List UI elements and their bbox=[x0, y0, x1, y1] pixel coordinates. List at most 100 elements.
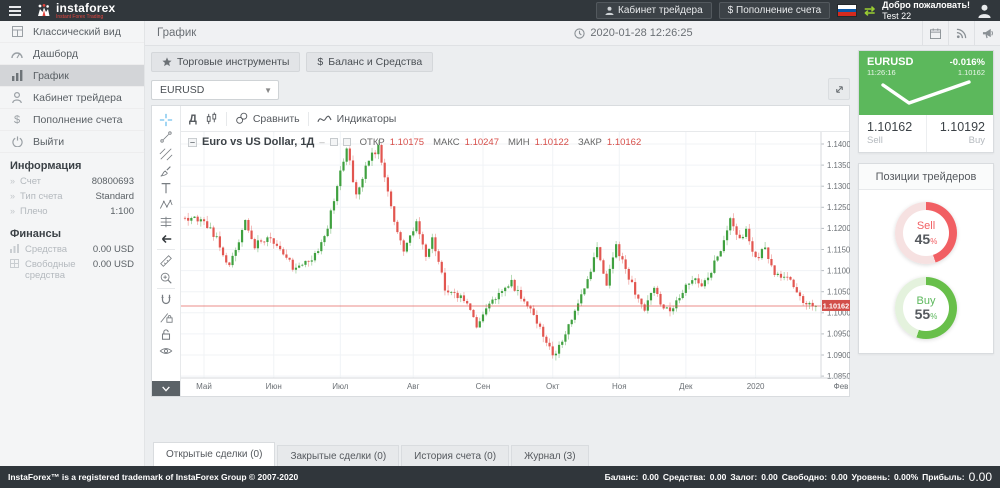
tab-journal[interactable]: Журнал (3) bbox=[511, 445, 589, 466]
sidebar: Классический вид Дашборд График Кабинет … bbox=[0, 21, 145, 466]
profit-value: 0.00 bbox=[969, 470, 992, 484]
chart-plot-area[interactable]: 1.140001.135001.130001.125001.120001.115… bbox=[181, 132, 849, 398]
trend-line-tool[interactable] bbox=[156, 128, 176, 145]
top-header: instaforex Instant Forex Trading Кабинет… bbox=[0, 0, 1000, 21]
wave-icon bbox=[317, 114, 332, 124]
candlestick-icon bbox=[205, 112, 218, 126]
transfer-arrows-icon[interactable]: ⇄ bbox=[864, 4, 875, 17]
candlestick-chart[interactable]: 1.140001.135001.130001.125001.120001.115… bbox=[181, 132, 850, 398]
megaphone-icon[interactable] bbox=[974, 21, 1000, 46]
ticker-header[interactable]: EURUSD -0.016% 11:26:16 1.10162 bbox=[859, 51, 993, 115]
deposit-button[interactable]: $ Пополнение счета bbox=[719, 2, 831, 19]
high-value: 1.10247 bbox=[465, 137, 499, 148]
svg-text:1.09500: 1.09500 bbox=[827, 330, 850, 339]
tab-open-deals[interactable]: Открытые сделки (0) bbox=[153, 442, 275, 466]
resize-diagonal-icon bbox=[834, 84, 845, 95]
balance-funds-button[interactable]: $ Баланс и Средства bbox=[306, 52, 433, 72]
lock-drawings-tool[interactable] bbox=[156, 308, 176, 325]
positions-title: Позиции трейдеров bbox=[859, 164, 993, 190]
page-title: График bbox=[145, 27, 345, 39]
footer: InstaForex™ is a registered trademark of… bbox=[0, 466, 1000, 488]
bar-chart-icon bbox=[10, 70, 24, 81]
chevron-right-icon: » bbox=[10, 176, 15, 186]
hamburger-menu-icon[interactable] bbox=[0, 0, 30, 21]
clock-icon bbox=[574, 28, 585, 39]
info-section-title: Информация bbox=[10, 160, 134, 172]
indicators-button[interactable]: Индикаторы bbox=[317, 113, 397, 125]
server-datetime: 2020-01-28 12:26:25 bbox=[345, 27, 922, 39]
finance-row-equity: Средства 0.00 USD bbox=[10, 244, 134, 256]
chart-style-button[interactable] bbox=[205, 112, 218, 126]
rss-icon[interactable] bbox=[948, 21, 974, 46]
brush-tool[interactable] bbox=[156, 162, 176, 179]
ticker-time: 11:26:16 bbox=[867, 68, 896, 77]
symbol-select-value: EURUSD bbox=[160, 84, 204, 96]
sidebar-item-logout[interactable]: Выйти bbox=[0, 131, 144, 153]
sidebar-item-deposit[interactable]: $ Пополнение счета bbox=[0, 109, 144, 131]
svg-text:1.11500: 1.11500 bbox=[827, 245, 850, 254]
person-icon bbox=[605, 6, 614, 15]
expand-chart-button[interactable] bbox=[828, 78, 850, 100]
buy-quote[interactable]: 1.10192 Buy bbox=[926, 115, 994, 152]
ticker-symbol: EURUSD bbox=[867, 56, 913, 68]
crosshair-tool[interactable] bbox=[156, 111, 176, 128]
instaforex-logo-icon bbox=[36, 3, 51, 18]
brand-logo[interactable]: instaforex Instant Forex Trading bbox=[36, 2, 115, 20]
compare-button[interactable]: Сравнить bbox=[235, 112, 300, 125]
dollar-icon: $ bbox=[317, 56, 323, 68]
open-value: 1.10175 bbox=[390, 137, 424, 148]
sell-quote[interactable]: 1.10162 Sell bbox=[859, 115, 926, 152]
chart-drawing-toolbar bbox=[152, 106, 181, 396]
ticker-change: -0.016% bbox=[950, 57, 985, 68]
avatar[interactable] bbox=[977, 3, 992, 18]
svg-text:1.13000: 1.13000 bbox=[827, 182, 850, 191]
language-flag-ru[interactable] bbox=[837, 4, 857, 17]
legend-settings-icon[interactable] bbox=[343, 138, 351, 146]
pitchfork-tool[interactable] bbox=[156, 145, 176, 162]
collapse-legend-icon[interactable] bbox=[188, 138, 197, 147]
sidebar-item-classic-view[interactable]: Классический вид bbox=[0, 21, 144, 43]
svg-text:Май: Май bbox=[196, 382, 212, 391]
chevron-right-icon: » bbox=[10, 191, 15, 201]
svg-text:1.09000: 1.09000 bbox=[827, 351, 850, 360]
svg-text:1.12000: 1.12000 bbox=[827, 224, 850, 233]
legend-style-icon[interactable] bbox=[330, 138, 338, 146]
brand-tagline: Instant Forex Trading bbox=[56, 15, 115, 20]
arrow-tool[interactable] bbox=[156, 230, 176, 247]
magnet-tool[interactable] bbox=[156, 291, 176, 308]
fib-retracement-tool[interactable] bbox=[156, 213, 176, 230]
dollar-icon: $ bbox=[10, 114, 24, 126]
sidebar-item-cabinet[interactable]: Кабинет трейдера bbox=[0, 87, 144, 109]
svg-text:2020: 2020 bbox=[747, 382, 765, 391]
svg-text:Дек: Дек bbox=[679, 382, 693, 391]
low-value: 1.10122 bbox=[535, 137, 569, 148]
tab-closed-deals[interactable]: Закрытые сделки (0) bbox=[277, 445, 399, 466]
chart-legend: Euro vs US Dollar, 1Д – ОТКР 1.10175 МАК… bbox=[188, 136, 641, 148]
tab-account-history[interactable]: История счета (0) bbox=[401, 445, 509, 466]
chart-title: Euro vs US Dollar, 1Д bbox=[202, 136, 314, 148]
trading-instruments-button[interactable]: Торговые инструменты bbox=[151, 52, 300, 72]
sell-donut[interactable]: Sell 45% bbox=[895, 202, 957, 264]
eye-tool[interactable] bbox=[156, 342, 176, 359]
pattern-tool[interactable] bbox=[156, 196, 176, 213]
trader-cabinet-button[interactable]: Кабинет трейдера bbox=[596, 2, 712, 19]
zoom-in-tool[interactable] bbox=[156, 269, 176, 286]
sidebar-item-dashboard[interactable]: Дашборд bbox=[0, 43, 144, 65]
footer-stats: Баланс:0.00 Средства:0.00 Залог:0.00 Сво… bbox=[605, 470, 992, 484]
calendar-icon[interactable] bbox=[922, 21, 948, 46]
ruler-tool[interactable] bbox=[156, 252, 176, 269]
padlock-tool[interactable] bbox=[156, 325, 176, 342]
svg-text:Фев: Фев bbox=[834, 382, 849, 391]
symbol-select[interactable]: EURUSD ▼ bbox=[151, 80, 279, 100]
welcome-text: Добро пожаловать! bbox=[882, 0, 970, 10]
ticker-sparkline bbox=[867, 77, 985, 113]
timeframe-button[interactable]: Д bbox=[189, 113, 197, 125]
text-tool[interactable] bbox=[156, 179, 176, 196]
buy-donut[interactable]: Buy 55% bbox=[895, 277, 957, 339]
username: Test 22 bbox=[882, 11, 911, 21]
collapse-toolbar-button[interactable] bbox=[152, 381, 180, 396]
svg-text:1.10500: 1.10500 bbox=[827, 288, 850, 297]
info-row-account: » Счет 80800693 bbox=[10, 176, 134, 188]
sidebar-item-chart[interactable]: График bbox=[0, 65, 144, 87]
info-row-leverage: » Плечо 1:100 bbox=[10, 206, 134, 218]
